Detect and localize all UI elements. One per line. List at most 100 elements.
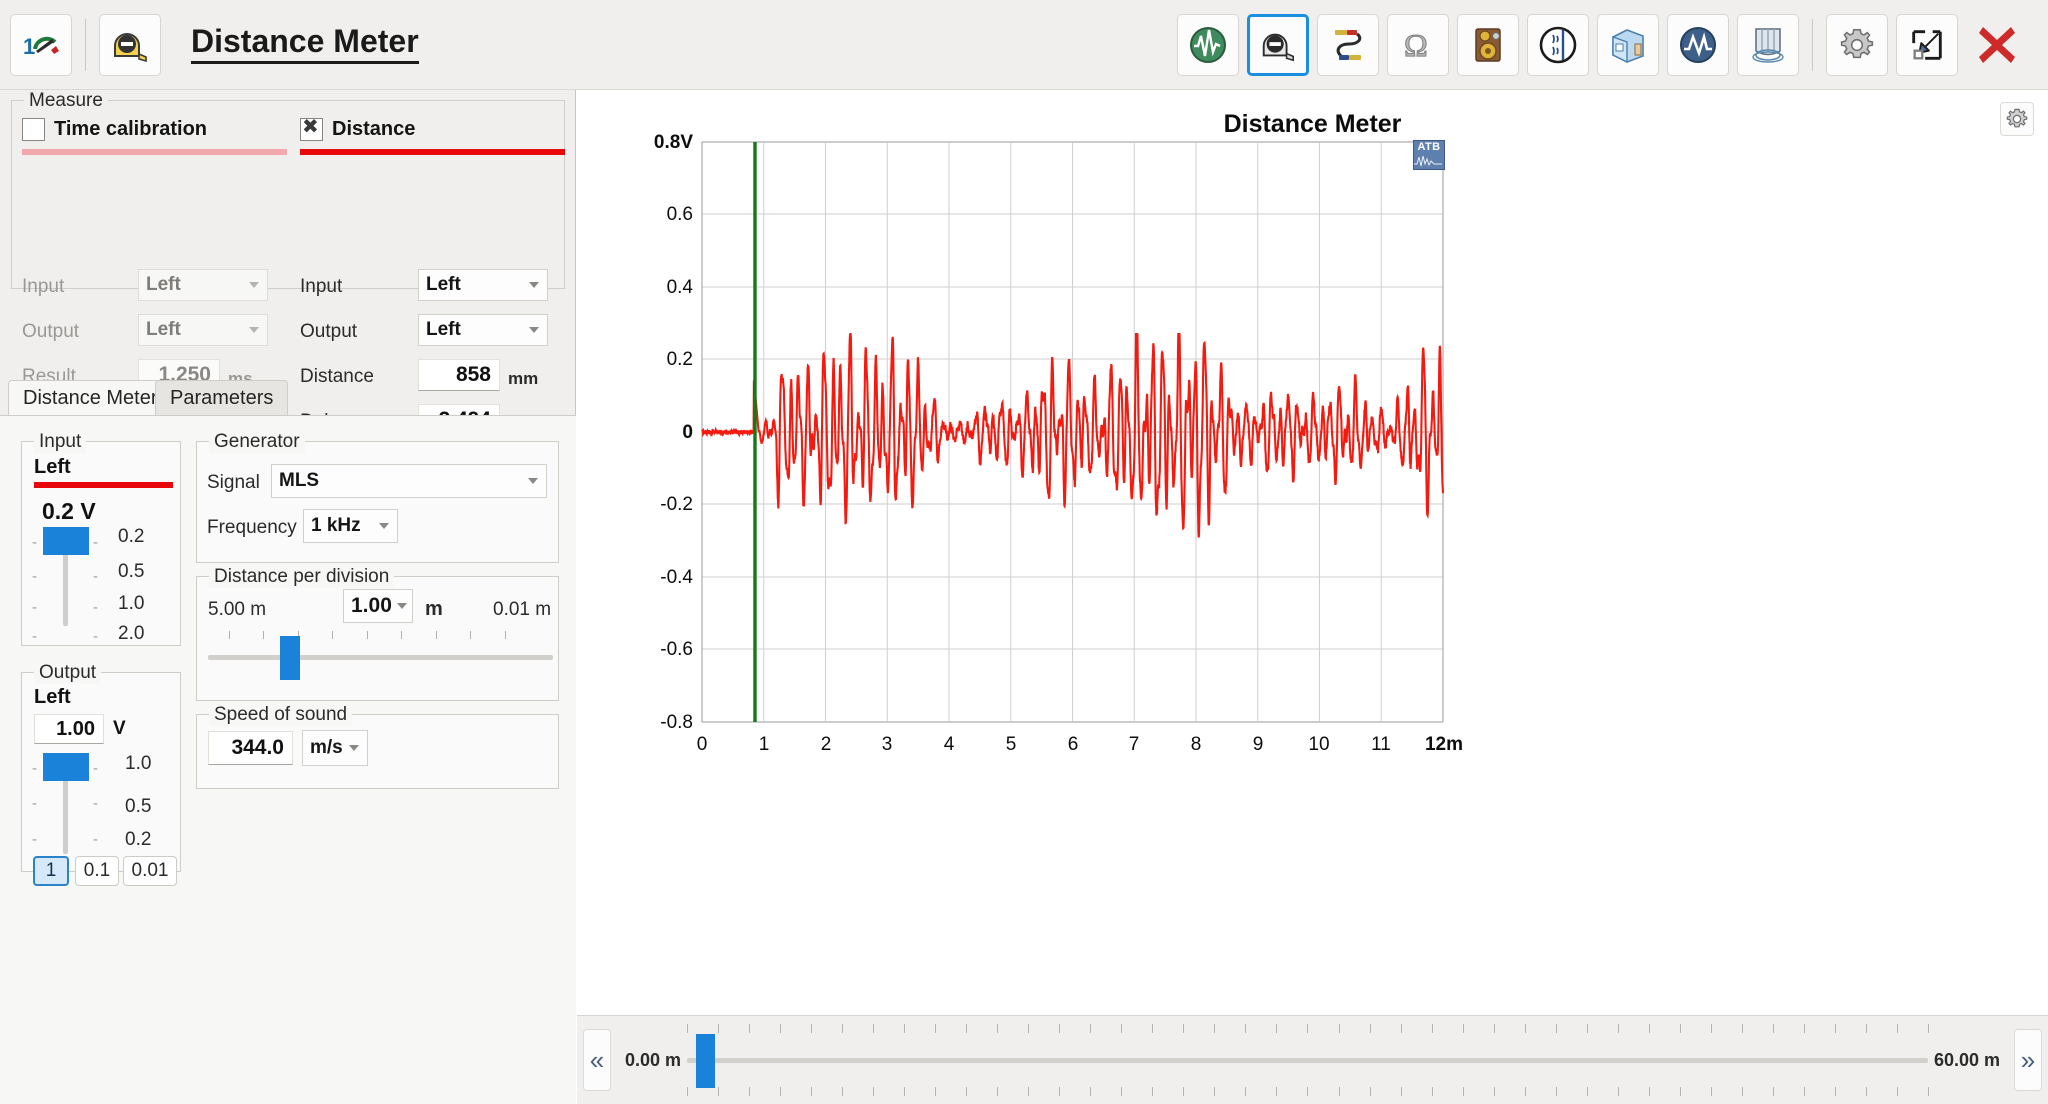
- scroll-track[interactable]: [687, 1058, 1928, 1063]
- time-calibration-section: Time calibration: [22, 116, 287, 155]
- chevron-down-icon: [379, 523, 390, 530]
- tab-panel: Input Left 0.2 V - - - - - - - - 0.2 0.5…: [0, 415, 576, 1104]
- x-tick-9: 9: [1238, 734, 1278, 756]
- chevron-down-icon: [397, 603, 408, 610]
- waveform-green-button[interactable]: [1177, 14, 1239, 76]
- input-group-label: Input: [34, 431, 86, 453]
- output-tick-dash-r0: -: [93, 760, 98, 777]
- loudspeaker-button[interactable]: [1457, 14, 1519, 76]
- dist-input-value: Left: [426, 274, 524, 296]
- output-tick-dash-l2: -: [32, 831, 37, 848]
- tab-distance-meter-label: Distance Meter: [23, 387, 158, 410]
- svg-text:Ω: Ω: [1404, 27, 1428, 63]
- output-group-label: Output: [34, 662, 101, 684]
- output-tick-dash-r2: -: [93, 831, 98, 848]
- chevron-down-icon: [349, 745, 360, 752]
- output-step-0.1-button[interactable]: 0.1: [75, 856, 119, 886]
- tc-output-select[interactable]: Left: [138, 314, 268, 346]
- room-cube-icon: [1607, 24, 1649, 66]
- scroll-thumb[interactable]: [696, 1034, 715, 1088]
- tc-output-label: Output: [22, 321, 79, 343]
- tape-measure-icon: [1258, 25, 1298, 65]
- sos-value-field[interactable]: 344.0: [208, 731, 293, 765]
- tape-measure-button[interactable]: [99, 14, 161, 76]
- screenshot-button[interactable]: [1896, 14, 1958, 76]
- y-tick-4: 0: [637, 422, 693, 444]
- time-calibration-checkbox[interactable]: [22, 118, 45, 141]
- signal-label: Signal: [207, 472, 260, 494]
- input-tick-dash-l2: -: [32, 599, 37, 616]
- x-tick-12: 12m: [1418, 734, 1470, 756]
- measure-group-label: Measure: [24, 90, 108, 112]
- sos-unit: m/s: [310, 737, 344, 759]
- distance-checkbox-row[interactable]: Distance: [300, 116, 565, 142]
- input-tick-dash-l3: -: [32, 628, 37, 645]
- sos-group-label: Speed of sound: [209, 704, 352, 726]
- tc-input-value: Left: [146, 274, 244, 296]
- cable-button[interactable]: [1317, 14, 1379, 76]
- signal-select[interactable]: MLS: [271, 464, 547, 498]
- x-tick-1: 1: [744, 734, 784, 756]
- distance-bar: [300, 149, 565, 155]
- left-panel: Measure Time calibration Input Left Outp…: [0, 90, 576, 1104]
- output-step-0.01-button[interactable]: 0.01: [123, 856, 177, 886]
- waveform-blue-button[interactable]: [1667, 14, 1729, 76]
- room-button[interactable]: [1597, 14, 1659, 76]
- directivity-button[interactable]: [1527, 14, 1589, 76]
- tc-input-select[interactable]: Left: [138, 269, 268, 301]
- dpd-min-label: 5.00 m: [208, 599, 266, 621]
- input-scale-3: 2.0: [118, 623, 144, 645]
- frequency-select[interactable]: 1 kHz: [303, 509, 398, 543]
- signal-value: MLS: [279, 470, 523, 492]
- y-tick-0: 0.8V: [637, 132, 693, 154]
- input-slider-thumb[interactable]: [43, 527, 89, 555]
- horizontal-scroll[interactable]: [687, 1024, 1928, 1096]
- x-tick-4: 4: [929, 734, 969, 756]
- dpd-slider-thumb[interactable]: [280, 636, 300, 680]
- dpd-value: 1.00: [351, 594, 392, 618]
- dist-input-select[interactable]: Left: [418, 269, 548, 301]
- output-slider-thumb[interactable]: [43, 753, 89, 781]
- plot-canvas[interactable]: [577, 90, 2048, 1015]
- output-value-field[interactable]: 1.00: [34, 714, 104, 744]
- distance-checkbox[interactable]: [300, 118, 323, 141]
- speedometer-button[interactable]: 1: [10, 14, 72, 76]
- scroll-left-label: «: [590, 1045, 604, 1076]
- waveform-green-icon: [1187, 24, 1229, 66]
- chevron-down-icon: [529, 282, 540, 289]
- dpd-select[interactable]: 1.00: [343, 589, 413, 623]
- scroll-left-button[interactable]: «: [583, 1029, 611, 1091]
- frequency-label: Frequency: [207, 517, 297, 539]
- x-tick-7: 7: [1114, 734, 1154, 756]
- impedance-button[interactable]: Ω: [1387, 14, 1449, 76]
- tab-parameters[interactable]: Parameters: [155, 380, 288, 416]
- frequency-value: 1 kHz: [311, 515, 374, 537]
- close-button[interactable]: [1966, 14, 2028, 76]
- chevron-down-icon: [529, 327, 540, 334]
- output-tick-dash-l1: -: [32, 795, 37, 812]
- scroll-right-button[interactable]: »: [2014, 1029, 2042, 1091]
- y-tick-5: -0.2: [637, 494, 693, 516]
- dpd-slider[interactable]: [208, 631, 553, 693]
- y-tick-7: -0.6: [637, 639, 693, 661]
- dpd-slider-track[interactable]: [208, 655, 553, 660]
- time-calibration-checkbox-row[interactable]: Time calibration: [22, 116, 287, 142]
- tape-measure-tool-button[interactable]: [1247, 14, 1309, 76]
- output-step-001-label: 0.01: [132, 860, 169, 882]
- output-unit: V: [113, 718, 126, 740]
- y-tick-1: 0.6: [637, 204, 693, 226]
- sos-unit-select[interactable]: m/s: [302, 730, 368, 766]
- waterfall-button[interactable]: [1737, 14, 1799, 76]
- generator-group-label: Generator: [209, 431, 305, 453]
- distance-label: Distance: [332, 118, 415, 141]
- chevron-down-icon: [249, 327, 260, 334]
- dist-output-select[interactable]: Left: [418, 314, 548, 346]
- settings-button[interactable]: [1826, 14, 1888, 76]
- x-tick-10: 10: [1299, 734, 1339, 756]
- output-step-1-button[interactable]: 1: [33, 856, 69, 886]
- generator-group: Generator: [196, 441, 559, 563]
- bottom-scroll-bar: « 0.00 m 60.00 m »: [577, 1015, 2048, 1104]
- tab-distance-meter[interactable]: Distance Meter: [8, 380, 173, 416]
- page-title: Distance Meter: [191, 25, 419, 64]
- distance-section: Distance: [300, 116, 565, 155]
